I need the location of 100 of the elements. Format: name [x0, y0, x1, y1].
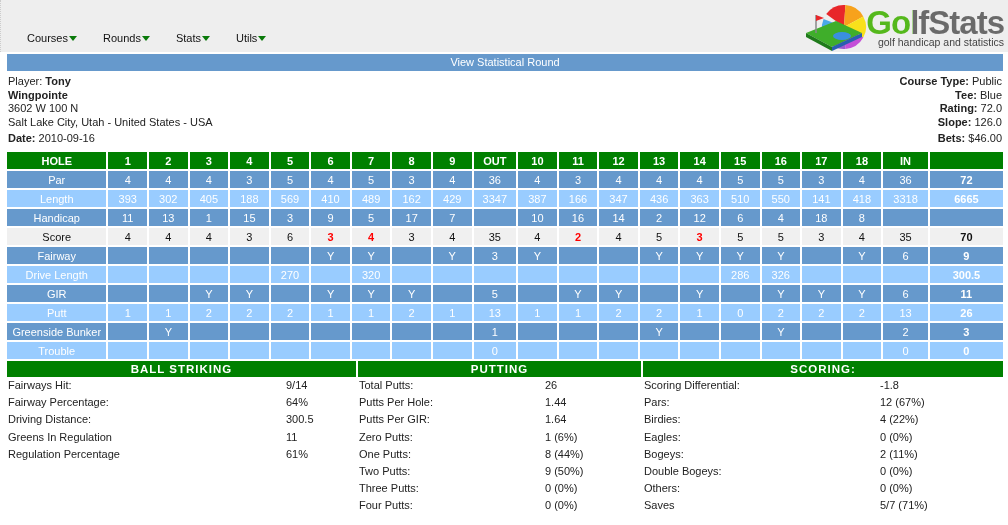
stat-label: One Putts:: [359, 446, 412, 462]
table-cell: 0: [473, 342, 517, 359]
table-cell: 15: [230, 209, 269, 226]
table-cell: 405: [189, 190, 229, 207]
stat-label: Driving Distance:: [8, 412, 93, 428]
stat-label: Others:: [644, 481, 682, 497]
caret-icon: [141, 35, 150, 41]
table-cell: [599, 323, 638, 340]
stat-value: 1 (6%): [545, 429, 578, 445]
table-cell: 13: [883, 304, 928, 321]
table-cell: 1: [149, 304, 188, 321]
table-cell: 4: [189, 171, 229, 188]
nav-menu[interactable]: Rounds: [102, 32, 150, 44]
table-cell: Y: [599, 285, 638, 302]
table-cell: [149, 285, 188, 302]
table-cell: 5: [761, 228, 801, 245]
table-cell: 4: [108, 228, 147, 245]
table-cell: Y: [842, 247, 882, 264]
stat-value: 0 (0%): [880, 429, 913, 445]
table-cell: 2: [883, 323, 928, 340]
table-cell: [189, 323, 229, 340]
table-cell: Y: [189, 285, 229, 302]
header-cell: 10: [518, 152, 557, 169]
table-cell: [392, 247, 431, 264]
table-cell: 410: [311, 190, 350, 207]
table-cell: [680, 323, 719, 340]
stat-value: 0 (0%): [545, 498, 578, 514]
table-cell: 3: [558, 171, 598, 188]
stat-value: 1.64: [545, 412, 567, 428]
table-cell: 4: [432, 228, 472, 245]
table-cell: [802, 247, 841, 264]
table-cell: [558, 266, 598, 283]
table-cell: Y: [720, 247, 760, 264]
table-cell: Y: [558, 285, 598, 302]
table-cell: 4: [149, 228, 188, 245]
table-cell: 347: [599, 190, 638, 207]
header-cell: OUT: [473, 152, 517, 169]
table-cell: [189, 247, 229, 264]
row-label: Fairway: [7, 247, 107, 264]
table-cell: [558, 342, 598, 359]
table-cell: 3: [311, 228, 350, 245]
table-cell: [802, 323, 841, 340]
header-cell: 3: [189, 152, 229, 169]
header-cell: 2: [149, 152, 188, 169]
table-cell: Y: [680, 247, 719, 264]
round-date: Date: 2010-09-16: [8, 132, 96, 146]
nav-menu[interactable]: Stats: [175, 32, 210, 44]
table-cell: 320: [351, 266, 391, 283]
table-cell: 0: [929, 342, 1003, 359]
table-cell: 3: [270, 209, 310, 226]
stat-label: Two Putts:: [359, 463, 412, 479]
stat-value: -1.8: [880, 378, 899, 393]
table-cell: 18: [802, 209, 841, 226]
table-cell: Y: [518, 247, 557, 264]
table-cell: Y: [842, 285, 882, 302]
table-cell: 2: [189, 304, 229, 321]
table-cell: 36: [473, 171, 517, 188]
table-cell: Y: [802, 285, 841, 302]
table-cell: 72: [929, 171, 1003, 188]
course-detail: Slope: 126.0: [936, 115, 1002, 129]
table-cell: 5: [761, 171, 801, 188]
table-cell: [599, 247, 638, 264]
table-cell: [270, 323, 310, 340]
stat-label: Fairway Percentage:: [8, 395, 110, 411]
nav-menu[interactable]: Courses: [27, 32, 77, 44]
table-cell: [639, 266, 679, 283]
table-cell: 4: [680, 171, 719, 188]
stat-label: Scoring Differential:: [644, 378, 741, 393]
table-cell: [883, 266, 928, 283]
table-cell: 2: [599, 304, 638, 321]
nav-menu[interactable]: Utils: [235, 32, 267, 44]
table-cell: 393: [108, 190, 147, 207]
table-cell: [599, 342, 638, 359]
table-cell: Y: [761, 285, 801, 302]
table-cell: 5: [720, 228, 760, 245]
table-cell: [351, 342, 391, 359]
table-cell: 2: [270, 304, 310, 321]
table-cell: [108, 247, 147, 264]
stat-label: Eagles:: [644, 429, 682, 445]
table-cell: [639, 342, 679, 359]
stat-value: 300.5: [286, 412, 314, 428]
table-cell: [761, 342, 801, 359]
table-cell: 5: [720, 171, 760, 188]
table-cell: [639, 285, 679, 302]
table-cell: 2: [230, 304, 269, 321]
table-cell: 270: [270, 266, 310, 283]
table-cell: 569: [270, 190, 310, 207]
table-cell: 3: [473, 247, 517, 264]
stat-label: Four Putts:: [359, 498, 414, 514]
stat-value: 5/7 (71%): [880, 498, 928, 514]
table-cell: 6: [883, 247, 928, 264]
table-cell: [802, 342, 841, 359]
section-header: BALL STRIKING: [7, 361, 356, 377]
table-cell: 429: [432, 190, 472, 207]
table-cell: 4: [599, 171, 638, 188]
table-cell: 1: [473, 323, 517, 340]
row-label: GIR: [7, 285, 107, 302]
table-cell: [392, 342, 431, 359]
table-cell: 3: [230, 228, 269, 245]
table-cell: [680, 266, 719, 283]
